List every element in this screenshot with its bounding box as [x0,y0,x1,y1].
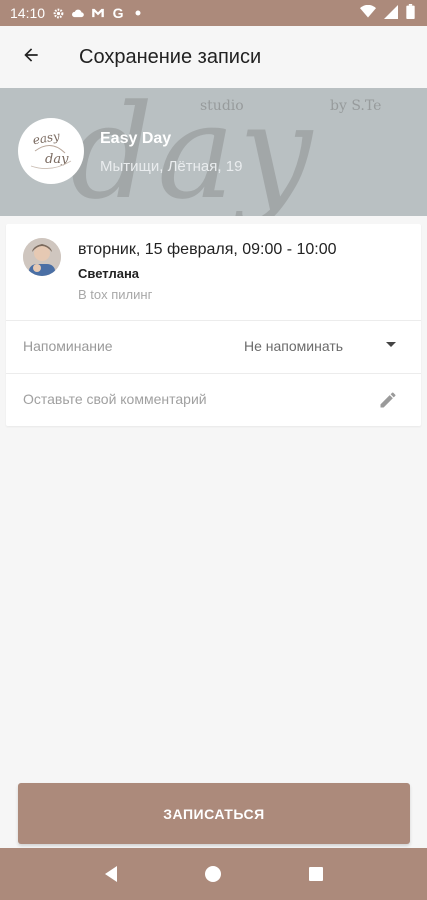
reminder-label: Напоминание [23,338,113,354]
page-title: Сохранение записи [79,45,262,68]
salon-header: day studio by S.Te easy day Easy Day Мыт… [0,88,427,216]
comment-row [6,374,421,426]
salon-logo-image: easy day [30,129,72,169]
submit-button[interactable]: ЗАПИСАТЬСЯ [18,783,410,844]
salon-name: Easy Day [100,130,172,147]
salon-address: Мытищи, Лётная, 19 [100,158,243,175]
reminder-selector[interactable]: Напоминание Не напоминать [6,321,421,374]
appointment-card: вторник, 15 февраля, 09:00 - 10:00 Светл… [6,224,421,426]
status-bar: 14:10 G [0,0,427,26]
appointment-master: Светлана [78,266,140,281]
back-button[interactable] [0,26,62,88]
cloud-icon [71,6,85,20]
system-nav-bar [0,848,427,900]
app-bar: Сохранение записи [0,26,427,88]
battery-icon [406,4,415,22]
signal-icon [384,4,398,22]
salon-background-studio: studio [200,98,244,114]
dot-icon [131,6,145,20]
master-avatar [23,238,61,276]
pencil-icon[interactable] [378,390,398,410]
appointment-datetime: вторник, 15 февраля, 09:00 - 10:00 [78,241,337,258]
salon-logo[interactable]: easy day [18,118,84,184]
appointment-details: вторник, 15 февраля, 09:00 - 10:00 Светл… [6,224,421,321]
google-icon: G [112,5,124,21]
gmail-icon [91,6,105,20]
status-time: 14:10 [10,5,46,21]
logo-text-top: easy [32,129,61,148]
arrow-left-icon [21,45,41,70]
dropdown-arrow-icon[interactable] [386,342,396,347]
salon-background-by: by S.Te [330,98,382,114]
nav-recents-icon[interactable] [301,859,331,889]
nav-back-icon[interactable] [96,859,126,889]
nav-home-icon[interactable] [198,859,228,889]
comment-input[interactable] [23,391,363,407]
settings-icon [51,6,65,20]
wifi-icon [360,4,376,21]
logo-text-bottom: day [45,152,69,167]
appointment-service: B tox пилинг [78,287,153,302]
salon-background-word: day [70,88,317,216]
reminder-value[interactable]: Не напоминать [244,338,343,354]
